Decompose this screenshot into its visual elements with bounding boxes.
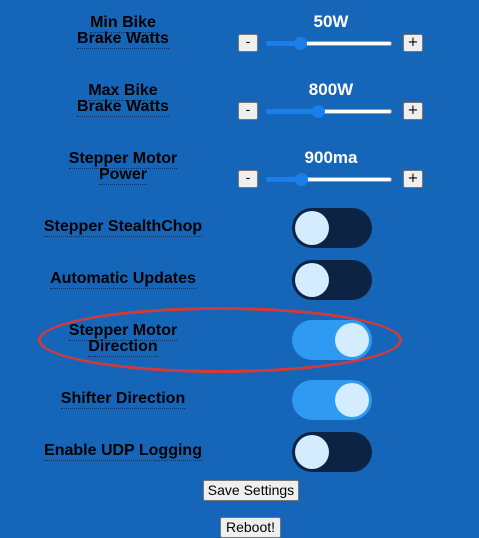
slider-knob[interactable] (295, 173, 309, 186)
stepper-direction-toggle[interactable] (292, 320, 372, 360)
auto-updates-toggle[interactable] (292, 260, 372, 300)
auto-updates-label: Automatic Updates (23, 270, 223, 289)
toggle-knob (295, 211, 329, 245)
max-brake-decrement-button[interactable]: - (238, 102, 258, 120)
max-brake-value: 800W (308, 80, 354, 99)
slider-knob[interactable] (311, 105, 325, 118)
min-brake-value: 50W (313, 12, 349, 31)
max-brake-increment-button[interactable]: + (403, 102, 423, 120)
min-brake-label: Min Bike Brake Watts (23, 14, 223, 49)
save-settings-button[interactable]: Save Settings (203, 480, 299, 501)
udp-logging-toggle[interactable] (292, 432, 372, 472)
max-brake-label: Max Bike Brake Watts (23, 82, 223, 117)
toggle-knob (295, 435, 329, 469)
min-brake-slider[interactable] (266, 36, 392, 50)
shifter-direction-label-text: Shifter Direction (60, 390, 186, 409)
stepper-power-increment-button[interactable]: + (403, 170, 423, 188)
toggle-knob (335, 383, 369, 417)
slider-knob[interactable] (294, 37, 308, 50)
stepper-power-label: Stepper Motor Power (23, 150, 223, 185)
udp-logging-label-text: Enable UDP Logging (44, 442, 202, 461)
slider-fill (266, 109, 318, 114)
min-brake-decrement-button[interactable]: - (238, 34, 258, 52)
stepper-direction-label: Stepper Motor Direction (23, 322, 223, 357)
stepper-power-value: 900ma (304, 148, 358, 167)
stepper-power-decrement-button[interactable]: - (238, 170, 258, 188)
stealthchop-toggle[interactable] (292, 208, 372, 248)
max-brake-slider[interactable] (266, 104, 392, 118)
stealthchop-label: Stepper StealthChop (23, 218, 223, 237)
auto-updates-label-text: Automatic Updates (50, 270, 196, 289)
shifter-direction-label: Shifter Direction (23, 390, 223, 409)
toggle-knob (335, 323, 369, 357)
min-brake-increment-button[interactable]: + (403, 34, 423, 52)
stepper-power-slider[interactable] (266, 172, 392, 186)
min-brake-label-line2: Brake Watts (77, 30, 169, 49)
stepper-power-label-line2: Power (98, 166, 147, 185)
toggle-knob (295, 263, 329, 297)
stealthchop-label-text: Stepper StealthChop (43, 218, 203, 237)
stepper-direction-label-line2: Direction (88, 338, 158, 357)
shifter-direction-toggle[interactable] (292, 380, 372, 420)
max-brake-label-line2: Brake Watts (77, 98, 169, 117)
udp-logging-label: Enable UDP Logging (23, 442, 223, 461)
